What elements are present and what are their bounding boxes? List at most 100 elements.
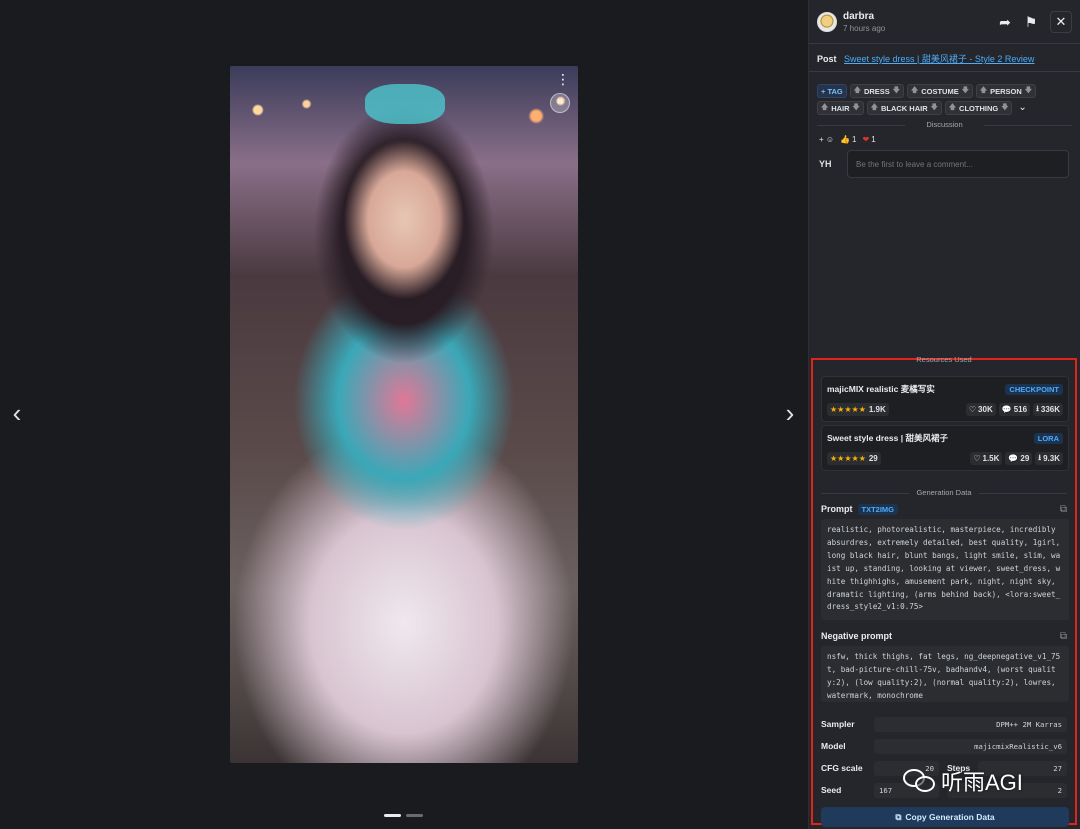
- tag-dress[interactable]: 🡅 DRESS 🡇: [849, 84, 904, 98]
- close-icon[interactable]: ✕: [1050, 10, 1072, 33]
- generation-divider: Generation Data: [813, 487, 1075, 499]
- discussion-divider: Discussion: [809, 119, 1080, 131]
- likes-count: 1.5K: [982, 454, 1000, 463]
- thumbs-up-icon: 👍: [840, 135, 851, 144]
- downvote-icon[interactable]: 🡇: [962, 86, 969, 97]
- comment-icon: 💬: [1008, 454, 1019, 463]
- tag-label: CLOTHING: [959, 103, 999, 113]
- copy-generation-label: Copy Generation Data: [905, 812, 995, 822]
- copy-negative-icon[interactable]: ⧉: [1060, 631, 1067, 642]
- copy-prompt-icon[interactable]: ⧉: [1060, 504, 1067, 515]
- upvote-icon[interactable]: 🡅: [854, 86, 861, 97]
- author-block: darbra 7 hours ago: [843, 11, 990, 33]
- heart-icon: ❤: [862, 135, 870, 144]
- tag-label: PERSON: [990, 86, 1022, 96]
- wechat-icon: [903, 767, 937, 795]
- tag-person[interactable]: 🡅 PERSON 🡇: [975, 84, 1036, 98]
- reaction-bar: + ☺ 👍 1 ❤ 1: [809, 131, 1080, 148]
- resource-name: Sweet style dress | 甜美风裙子: [827, 433, 948, 443]
- resource-header: majicMIX realistic 麦橘写实 CHECKPOINT: [827, 383, 1063, 395]
- comment-row: YH: [809, 150, 1080, 178]
- downvote-icon[interactable]: 🡇: [1025, 86, 1032, 97]
- image-viewer: ⋮ ⌗ ‹ ›: [0, 0, 808, 829]
- resource-stats: ★★★★★ 29 ♡ 1.5K 💬 29 ⭳ 9.3K: [827, 452, 1063, 465]
- upvote-icon[interactable]: 🡅: [949, 103, 956, 114]
- rating-badge: ★★★★★ 29: [827, 452, 881, 465]
- downvote-icon[interactable]: 🡇: [1001, 103, 1008, 114]
- downvote-icon[interactable]: 🡇: [893, 86, 900, 97]
- like-count: 1: [852, 135, 857, 144]
- rating-badge: ★★★★★ 1.9K: [827, 403, 889, 416]
- downloads-count: 336K: [1040, 405, 1060, 414]
- carousel-dot-1[interactable]: [384, 814, 401, 817]
- tag-label: DRESS: [863, 86, 890, 96]
- prompt-type-badge: TXT2IMG: [857, 503, 899, 515]
- model-label: Model: [821, 741, 846, 751]
- downvote-icon[interactable]: 🡇: [931, 103, 938, 114]
- resource-name: majicMIX realistic 麦橘写实: [827, 384, 935, 394]
- resource-card-lora[interactable]: Sweet style dress | 甜美风裙子 LORA ★★★★★ 29 ♡…: [821, 425, 1069, 471]
- resource-card-checkpoint[interactable]: majicMIX realistic 麦橘写实 CHECKPOINT ★★★★★…: [821, 376, 1069, 422]
- cfg-label: CFG scale: [821, 763, 863, 773]
- carousel-dot-2[interactable]: [406, 814, 423, 817]
- downloads-count: 9.3K: [1043, 454, 1060, 463]
- negative-prompt-title: Negative prompt: [821, 631, 893, 641]
- tag-black-hair[interactable]: 🡅 BLACK HAIR 🡇: [866, 101, 942, 115]
- likes-stat: ♡ 1.5K: [970, 452, 1003, 465]
- prompt-text: realistic, photorealistic, masterpiece, …: [821, 519, 1069, 620]
- upvote-icon[interactable]: 🡅: [871, 103, 878, 114]
- add-reaction-button[interactable]: + ☺: [819, 135, 834, 144]
- heart-reaction[interactable]: ❤ 1: [862, 135, 875, 144]
- model-value: majicmixRealistic_v6: [874, 738, 1067, 754]
- heart-outline-icon: ♡: [973, 454, 981, 463]
- hair-bow: [365, 84, 445, 124]
- comments-stat: 💬 516: [998, 403, 1031, 416]
- tag-clothing[interactable]: 🡅 CLOTHING 🡇: [944, 101, 1013, 115]
- comment-icon: 💬: [1001, 405, 1012, 414]
- detail-sidebar: darbra 7 hours ago ➦ ⚑ ✕ Post Sweet styl…: [808, 0, 1080, 829]
- tag-hair[interactable]: 🡅 HAIR 🡇: [817, 101, 864, 115]
- prev-image-button[interactable]: ‹: [6, 398, 28, 428]
- heart-outline-icon: ♡: [968, 405, 977, 414]
- tag-label: COSTUME: [921, 86, 959, 96]
- comment-input[interactable]: [847, 150, 1069, 178]
- resources-generation-panel: Resources Used majicMIX realistic 麦橘写实 C…: [811, 355, 1077, 827]
- tag-list: + TAG 🡅 DRESS 🡇 🡅 COSTUME 🡇 🡅 PERSON 🡇 🡅 HAIR 🡇 …: [809, 72, 1059, 115]
- heart-count: 1: [871, 135, 876, 144]
- tag-costume[interactable]: 🡅 COSTUME 🡇: [907, 84, 973, 98]
- rating-count: 1.9K: [868, 405, 886, 414]
- carousel-indicator: [384, 814, 423, 817]
- upvote-icon[interactable]: 🡅: [980, 86, 987, 97]
- upvote-icon[interactable]: 🡅: [911, 86, 918, 97]
- scan-icon[interactable]: ⌗: [550, 93, 570, 113]
- resource-type-badge: LORA: [1033, 432, 1063, 444]
- upvote-icon[interactable]: 🡅: [821, 103, 828, 114]
- sidebar-header: darbra 7 hours ago ➦ ⚑ ✕: [809, 0, 1080, 44]
- add-tag-button[interactable]: + TAG: [817, 84, 847, 98]
- comments-count: 29: [1020, 454, 1030, 463]
- user-initials-avatar: YH: [819, 159, 832, 169]
- author-name[interactable]: darbra: [843, 11, 990, 22]
- sampler-label: Sampler: [821, 719, 855, 729]
- flag-icon[interactable]: ⚑: [1020, 11, 1042, 33]
- comments-count: 516: [1013, 405, 1028, 414]
- image-menu-icon[interactable]: ⋮: [556, 72, 570, 86]
- expand-tags-icon[interactable]: ⌄: [1015, 101, 1026, 115]
- resources-label: Resources Used: [916, 355, 972, 364]
- downvote-icon[interactable]: 🡇: [853, 103, 860, 114]
- downloads-stat: ⭳ 9.3K: [1035, 452, 1063, 465]
- star-icons: ★★★★★: [830, 405, 866, 414]
- post-link[interactable]: Sweet style dress | 甜美风裙子 - Style 2 Revi…: [844, 54, 1034, 64]
- download-icon: ⭳: [1038, 452, 1042, 462]
- avatar[interactable]: [817, 11, 837, 32]
- like-reaction[interactable]: 👍 1: [840, 135, 856, 144]
- star-icons: ★★★★★: [830, 454, 866, 463]
- model-row: Model majicmixRealistic_v6: [821, 735, 1067, 757]
- post-label: Post: [817, 54, 837, 64]
- share-icon[interactable]: ➦: [994, 11, 1016, 33]
- negative-prompt-text: nsfw, thick thighs, fat legs, ng_deepneg…: [821, 646, 1069, 702]
- next-image-button[interactable]: ›: [779, 398, 801, 428]
- negative-prompt-header: Negative prompt ⧉: [813, 629, 1075, 643]
- seed-label: Seed: [821, 785, 842, 795]
- copy-generation-data-button[interactable]: ⧉ Copy Generation Data: [821, 807, 1069, 827]
